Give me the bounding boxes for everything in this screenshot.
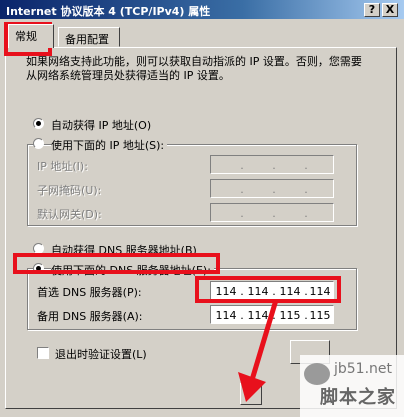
auto-ip-label: 自动获得 IP 地址(O) (51, 119, 152, 132)
default-gateway-field: . . . (210, 203, 334, 222)
title-bar[interactable]: Internet 协议版本 4 (TCP/IPv4) 属性 ? X (0, 0, 404, 19)
manual-ip-label: 使用下面的 IP 地址(S): (51, 137, 168, 153)
watermark-url: jb51.net (334, 361, 393, 377)
watermark-text: 脚本之家 (320, 387, 396, 408)
default-gateway-label: 默认网关(D): (37, 208, 102, 221)
tab-general-label: 常规 (15, 30, 37, 43)
auto-ip-radio[interactable] (33, 118, 44, 129)
ip-address-field: . . . (210, 155, 334, 174)
arrow-icon (238, 299, 279, 402)
watermark: jb51.net 脚本之家 (300, 355, 404, 417)
preferred-dns-label: 首选 DNS 服务器(P): (37, 286, 142, 299)
window-title: Internet 协议版本 4 (TCP/IPv4) 属性 (6, 5, 211, 18)
ip-address-label: IP 地址(I): (37, 160, 88, 173)
close-button[interactable]: X (382, 3, 398, 17)
tab-general[interactable]: 常规 (8, 24, 54, 48)
logo-icon (304, 363, 330, 385)
highlight-manual-dns (13, 253, 220, 274)
alternate-dns-label: 备用 DNS 服务器(A): (37, 310, 143, 323)
subnet-mask-label: 子网掩码(U): (37, 184, 102, 197)
tab-alternate-config[interactable]: 备用配置 (58, 27, 120, 47)
validate-settings-label: 退出时验证设置(L) (55, 348, 147, 361)
radio-selected-dot (36, 121, 41, 126)
validate-settings-checkbox[interactable] (37, 347, 49, 359)
help-button[interactable]: ? (364, 3, 380, 17)
tcpip-properties-dialog: Internet 协议版本 4 (TCP/IPv4) 属性 ? X 常规 备用配… (0, 0, 404, 417)
manual-ip-radio[interactable] (33, 138, 44, 149)
tab-alternate-config-label: 备用配置 (65, 33, 109, 46)
subnet-mask-field: . . . (210, 179, 334, 198)
description-text: 如果网络支持此功能，则可以获取自动指派的 IP 设置。否则，您需要从网络系统管理… (26, 55, 362, 82)
